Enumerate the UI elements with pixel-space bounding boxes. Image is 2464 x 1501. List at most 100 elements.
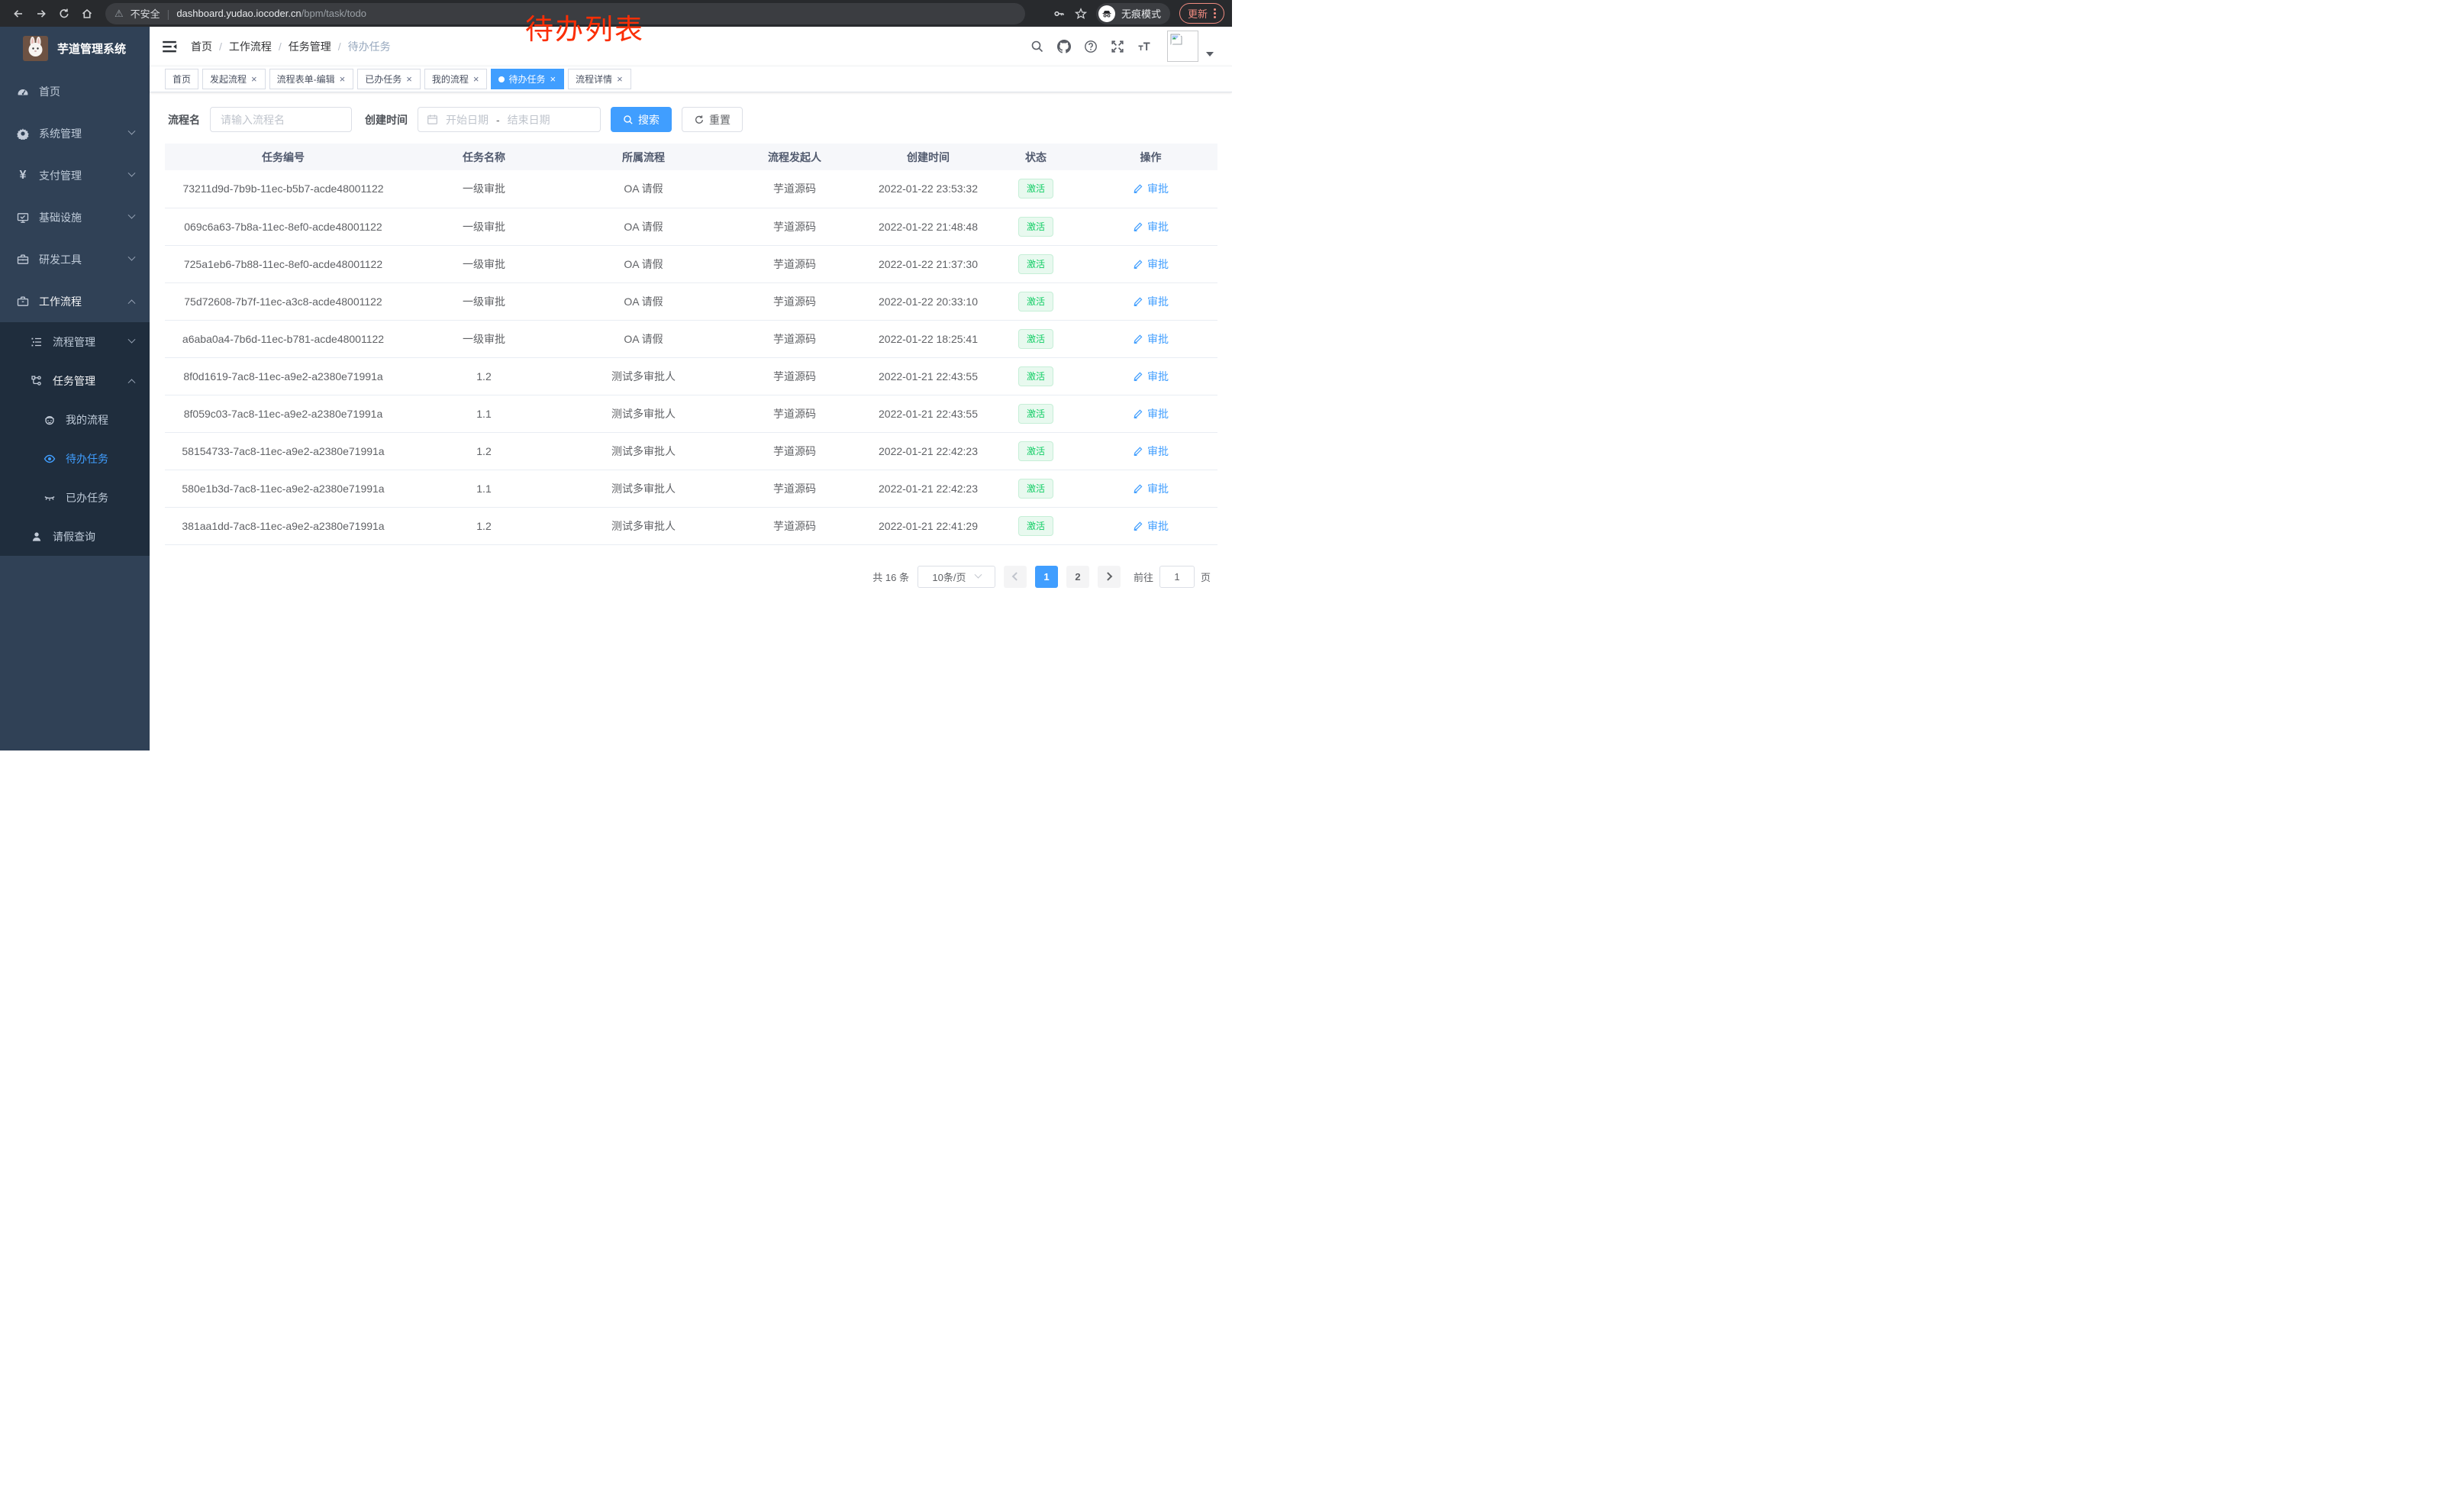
approve-button[interactable]: 审批 xyxy=(1133,331,1169,347)
approve-button[interactable]: 审批 xyxy=(1133,219,1169,234)
bookmark-star-icon[interactable] xyxy=(1075,8,1087,20)
url-domain: dashboard.yudao.iocoder.cn xyxy=(176,8,301,19)
tab-home[interactable]: 首页 xyxy=(165,69,198,89)
address-bar[interactable]: ⚠ 不安全 | dashboard.yudao.iocoder.cn/bpm/t… xyxy=(105,3,1025,24)
incognito-badge: 无痕模式 xyxy=(1096,3,1170,24)
browser-menu-icon[interactable] xyxy=(1214,8,1216,18)
sidebar-item-label: 流程管理 xyxy=(53,334,95,350)
page-button-2[interactable]: 2 xyxy=(1066,566,1089,588)
sidebar-item-todo-tasks[interactable]: 待办任务 xyxy=(0,439,150,478)
range-separator: - xyxy=(496,114,500,126)
task-id: a6aba0a4-7b6d-11ec-b781-acde48001122 xyxy=(165,320,402,357)
table-row: 58154733-7ac8-11ec-a9e2-a2380e71991a1.2测… xyxy=(165,432,1217,470)
task-created: 2022-01-22 21:48:48 xyxy=(869,208,988,245)
tab-form-edit[interactable]: 流程表单-编辑× xyxy=(269,69,354,89)
not-secure-warning-icon: ⚠ xyxy=(114,8,124,20)
sidebar-item-done-tasks[interactable]: 已办任务 xyxy=(0,478,150,517)
sidebar-item-leave-query[interactable]: 请假查询 xyxy=(0,517,150,556)
tab-my-process[interactable]: 我的流程× xyxy=(424,69,488,89)
col-initiator: 流程发起人 xyxy=(721,144,869,170)
user-icon xyxy=(31,531,43,543)
breadcrumb-task-mgmt[interactable]: 任务管理 xyxy=(289,39,331,54)
approve-button[interactable]: 审批 xyxy=(1133,481,1169,496)
avatar-caret-icon[interactable] xyxy=(1206,52,1214,56)
next-page-button[interactable] xyxy=(1098,566,1121,588)
reload-icon[interactable] xyxy=(53,3,75,24)
sidebar-item-my-process[interactable]: 我的流程 xyxy=(0,400,150,439)
task-initiator: 芋道源码 xyxy=(721,395,869,432)
goto-unit: 页 xyxy=(1201,570,1211,584)
sidebar-item-home[interactable]: 首页 xyxy=(0,70,150,112)
breadcrumb-workflow[interactable]: 工作流程 xyxy=(229,39,272,54)
reset-button[interactable]: 重置 xyxy=(682,107,743,132)
close-icon[interactable]: × xyxy=(339,74,347,84)
breadcrumb-home[interactable]: 首页 xyxy=(191,39,212,54)
page-button-1[interactable]: 1 xyxy=(1035,566,1058,588)
close-icon[interactable]: × xyxy=(549,74,556,84)
date-range-picker[interactable]: 开始日期 - 结束日期 xyxy=(418,107,601,132)
close-icon[interactable]: × xyxy=(616,74,624,84)
breadcrumb-current: 待办任务 xyxy=(348,39,391,54)
approve-button[interactable]: 审批 xyxy=(1133,369,1169,384)
approve-button[interactable]: 审批 xyxy=(1133,181,1169,196)
tab-start-process[interactable]: 发起流程× xyxy=(202,69,266,89)
approve-button[interactable]: 审批 xyxy=(1133,257,1169,272)
task-name: 一级审批 xyxy=(402,282,566,320)
tab-todo-tasks[interactable]: 待办任务× xyxy=(491,69,564,89)
close-icon[interactable]: × xyxy=(250,74,258,84)
close-icon[interactable]: × xyxy=(405,74,413,84)
approve-label: 审批 xyxy=(1147,518,1169,534)
approve-button[interactable]: 审批 xyxy=(1133,294,1169,309)
status-badge: 激活 xyxy=(1018,366,1053,386)
sidebar-item-system[interactable]: 系统管理 xyxy=(0,112,150,154)
edit-pencil-icon xyxy=(1133,521,1143,531)
table-row: 580e1b3d-7ac8-11ec-a9e2-a2380e71991a1.1测… xyxy=(165,470,1217,507)
github-icon[interactable] xyxy=(1057,40,1071,53)
tab-label: 发起流程 xyxy=(210,73,247,86)
approve-button[interactable]: 审批 xyxy=(1133,444,1169,459)
approve-button[interactable]: 审批 xyxy=(1133,406,1169,421)
sidebar-item-workflow[interactable]: 工作流程 xyxy=(0,280,150,322)
search-button[interactable]: 搜索 xyxy=(611,107,672,132)
sidebar-item-payment[interactable]: ¥ 支付管理 xyxy=(0,154,150,196)
fullscreen-icon[interactable] xyxy=(1111,40,1124,53)
top-navbar: 首页 / 工作流程 / 任务管理 / 待办任务 xyxy=(150,27,1232,66)
page-size-select[interactable]: 10条/页 xyxy=(918,566,995,588)
sidebar-item-devtools[interactable]: 研发工具 xyxy=(0,238,150,280)
process-name-input[interactable]: 请输入流程名 xyxy=(210,107,352,132)
home-icon[interactable] xyxy=(76,3,98,24)
task-initiator: 芋道源码 xyxy=(721,245,869,282)
close-icon[interactable]: × xyxy=(472,74,480,84)
sidebar-item-infra[interactable]: 基础设施 xyxy=(0,196,150,238)
task-name: 一级审批 xyxy=(402,245,566,282)
task-name: 一级审批 xyxy=(402,208,566,245)
search-icon[interactable] xyxy=(1030,40,1044,53)
tree-icon xyxy=(31,375,43,387)
help-icon[interactable] xyxy=(1084,40,1098,53)
edit-pencil-icon xyxy=(1133,446,1143,457)
url-text[interactable]: dashboard.yudao.iocoder.cn/bpm/task/todo xyxy=(176,8,366,19)
workflow-submenu: 流程管理 任务管理 我的流程 待办任务 已办 xyxy=(0,322,150,556)
avatar[interactable] xyxy=(1167,31,1198,62)
app-title: 芋道管理系统 xyxy=(57,40,126,56)
chevron-down-icon xyxy=(128,336,136,344)
password-key-icon[interactable] xyxy=(1053,8,1066,20)
end-date-placeholder: 结束日期 xyxy=(508,112,550,128)
tab-process-detail[interactable]: 流程详情× xyxy=(568,69,631,89)
back-icon[interactable] xyxy=(8,3,29,24)
task-process: OA 请假 xyxy=(566,208,721,245)
app-logo[interactable]: 芋道管理系统 xyxy=(0,27,150,70)
sidebar-item-process-mgmt[interactable]: 流程管理 xyxy=(0,322,150,361)
sidebar-collapse-icon[interactable] xyxy=(161,38,178,55)
browser-update-button[interactable]: 更新 xyxy=(1179,3,1224,24)
sidebar-item-task-mgmt[interactable]: 任务管理 xyxy=(0,361,150,400)
tab-done-tasks[interactable]: 已办任务× xyxy=(357,69,421,89)
approve-button[interactable]: 审批 xyxy=(1133,518,1169,534)
goto-page-input[interactable] xyxy=(1159,566,1195,588)
prev-page-button[interactable] xyxy=(1004,566,1027,588)
table-row: a6aba0a4-7b6d-11ec-b781-acde48001122一级审批… xyxy=(165,320,1217,357)
yen-icon: ¥ xyxy=(17,169,29,182)
task-process: OA 请假 xyxy=(566,170,721,208)
font-size-icon[interactable] xyxy=(1137,40,1151,53)
forward-icon[interactable] xyxy=(31,3,52,24)
